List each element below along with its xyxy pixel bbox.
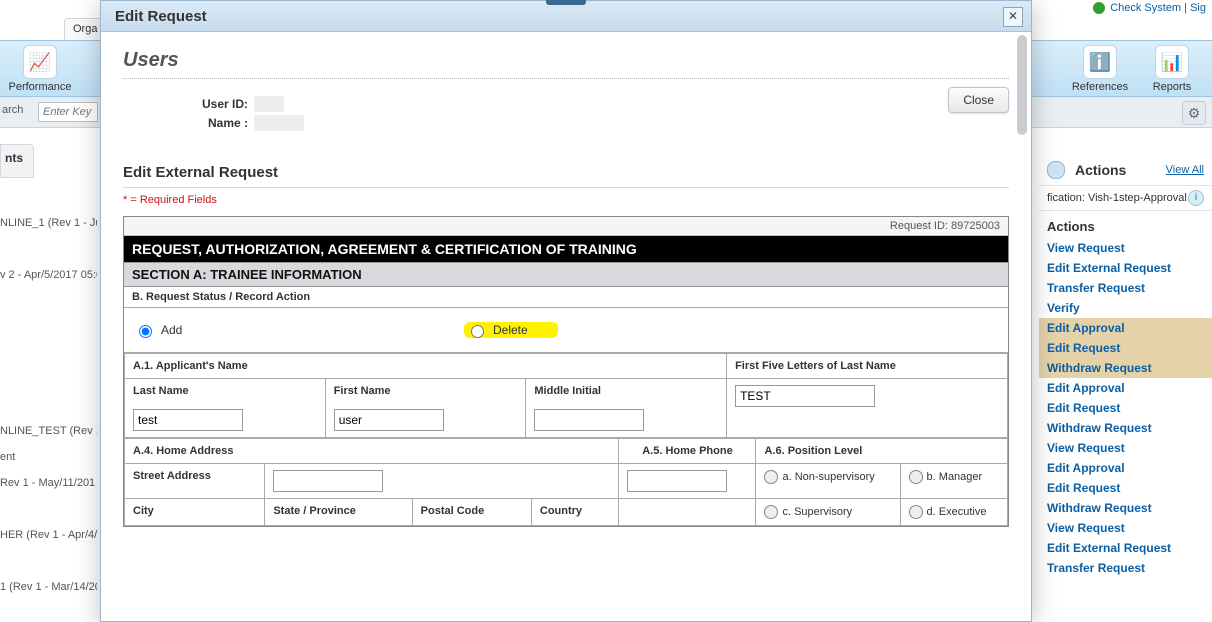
modal-title: Edit Request	[115, 8, 207, 25]
city-label: City	[125, 499, 265, 526]
street-input[interactable]	[273, 470, 383, 492]
delete-radio[interactable]	[471, 325, 484, 338]
divider	[123, 187, 1009, 188]
sf182-form: Request ID: 89725003 REQUEST, AUTHORIZAT…	[123, 216, 1009, 527]
modal-body: Users User ID: Name : Close Edit Externa…	[101, 31, 1031, 621]
postal-label: Postal Code	[412, 499, 531, 526]
b-request-status-label: B. Request Status / Record Action	[124, 287, 1008, 308]
divider	[123, 78, 1009, 79]
country-label: Country	[531, 499, 619, 526]
middle-initial-input[interactable]	[534, 409, 644, 431]
pos-a-label: a. Non-supervisory	[782, 471, 874, 483]
middle-initial-hdr: Middle Initial	[534, 385, 718, 397]
street-label: Street Address	[125, 464, 265, 499]
modal-drag-grip-icon[interactable]	[546, 0, 586, 5]
a6-label: A.6. Position Level	[756, 439, 1008, 464]
applicant-name-table: A.1. Applicant's Name First Five Letters…	[124, 353, 1008, 438]
a4-label: A.4. Home Address	[125, 439, 619, 464]
user-id-value	[254, 96, 284, 112]
user-id-label: User ID:	[163, 97, 248, 111]
pos-b-radio[interactable]	[909, 470, 923, 484]
state-label: State / Province	[265, 499, 412, 526]
add-radio-option[interactable]: Add	[134, 322, 464, 338]
first-name-hdr: First Name	[334, 385, 518, 397]
delete-radio-label: Delete	[493, 323, 528, 337]
first5-input[interactable]	[735, 385, 875, 407]
first-name-input[interactable]	[334, 409, 444, 431]
required-fields-note: * = Required Fields	[123, 194, 1009, 206]
name-value	[254, 115, 304, 131]
edit-request-modal: Edit Request ✕ Users User ID: Name :	[100, 0, 1032, 622]
users-heading: Users	[123, 49, 1009, 72]
delete-radio-option[interactable]: Delete	[464, 322, 558, 338]
pos-d-label: d. Executive	[927, 506, 987, 518]
modal-close-button[interactable]: ✕	[1003, 7, 1023, 27]
a5-label: A.5. Home Phone	[619, 439, 756, 464]
last-name-hdr: Last Name	[133, 385, 317, 397]
address-table: A.4. Home Address A.5. Home Phone A.6. P…	[124, 438, 1008, 526]
pos-a-radio[interactable]	[764, 470, 778, 484]
first5-label: First Five Letters of Last Name	[727, 354, 1008, 379]
modal-titlebar[interactable]: Edit Request ✕	[101, 1, 1031, 32]
edit-external-request-heading: Edit External Request	[123, 164, 1009, 181]
pos-c-radio[interactable]	[764, 505, 778, 519]
last-name-input[interactable]	[133, 409, 243, 431]
pos-d-radio[interactable]	[909, 505, 923, 519]
add-radio-label: Add	[161, 323, 182, 337]
section-a-header: SECTION A: TRAINEE INFORMATION	[124, 262, 1008, 287]
pos-b-label: b. Manager	[927, 471, 983, 483]
request-id-bar: Request ID: 89725003	[124, 217, 1008, 236]
add-radio[interactable]	[139, 325, 152, 338]
close-button[interactable]: Close	[948, 87, 1009, 113]
a1-label: A.1. Applicant's Name	[125, 354, 727, 379]
pos-c-label: c. Supervisory	[782, 506, 852, 518]
home-phone-input[interactable]	[627, 470, 727, 492]
name-label: Name :	[163, 116, 248, 130]
form-main-title: REQUEST, AUTHORIZATION, AGREEMENT & CERT…	[124, 236, 1008, 262]
